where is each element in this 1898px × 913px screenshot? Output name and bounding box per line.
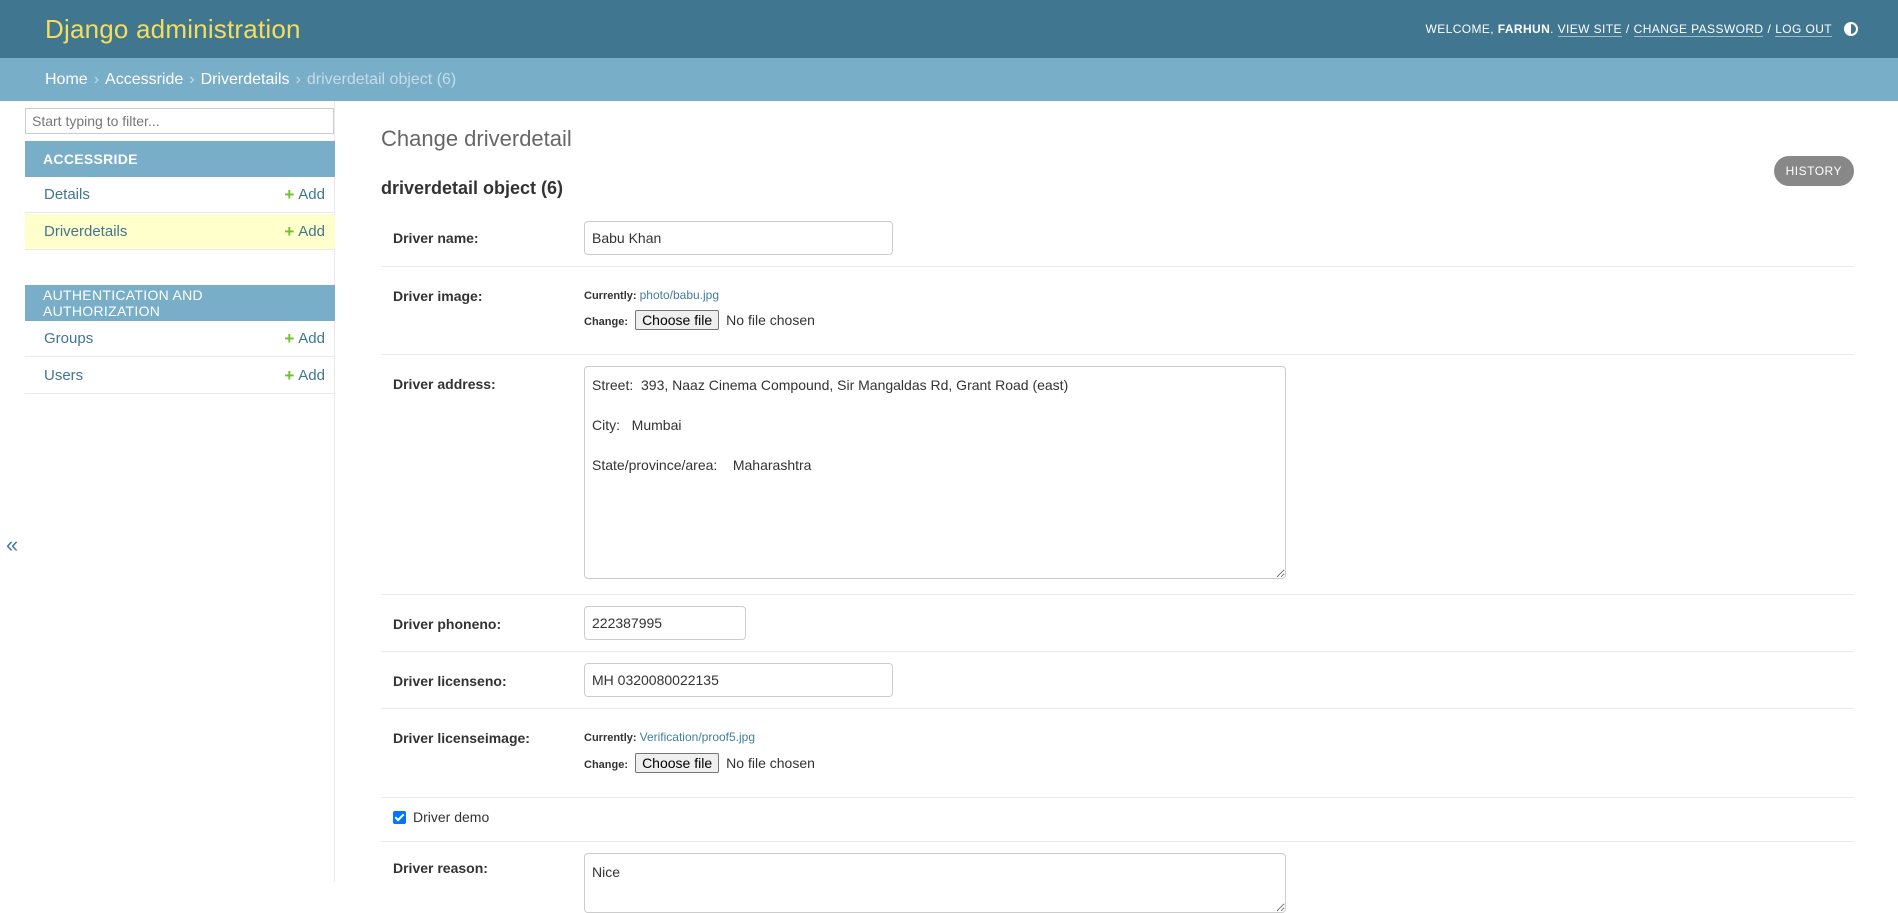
driver-image-change: Change: Choose file No file chosen bbox=[584, 310, 815, 330]
welcome-text: Welcome, bbox=[1425, 22, 1495, 36]
model-link-groups[interactable]: Groups bbox=[44, 330, 93, 347]
driver-address-label: Driver address: bbox=[393, 376, 496, 392]
form-row-driver-licenseno: Driver licenseno: bbox=[381, 652, 1854, 709]
driver-reason-textarea[interactable]: Nice bbox=[584, 853, 1286, 913]
driver-image-no-file-text: No file chosen bbox=[726, 312, 815, 328]
driver-address-textarea[interactable]: Street: 393, Naaz Cinema Compound, Sir M… bbox=[584, 366, 1286, 579]
view-site-link[interactable]: View site bbox=[1557, 22, 1622, 37]
history-button[interactable]: History bbox=[1773, 156, 1854, 186]
model-link-details[interactable]: Details bbox=[44, 186, 90, 203]
plus-icon: + bbox=[284, 222, 295, 241]
page-title: Change driverdetail bbox=[381, 126, 572, 151]
main-content: Change driverdetail History driverdetail… bbox=[381, 101, 1854, 913]
plus-icon: + bbox=[284, 366, 295, 385]
form-row-driver-licenseimage: Driver licenseimage: Currently: Verifica… bbox=[381, 709, 1854, 798]
form-row-driver-name: Driver name: bbox=[381, 214, 1854, 267]
header: Django administration Welcome, Farhun. V… bbox=[0, 0, 1898, 58]
sidebar-item-users: Users + Add bbox=[25, 358, 335, 394]
breadcrumb-current: driverdetail object (6) bbox=[306, 70, 457, 88]
model-link-driverdetails[interactable]: Driverdetails bbox=[44, 223, 127, 240]
module-caption-accessride[interactable]: ACCESSRIDE bbox=[25, 141, 335, 177]
driver-demo-label[interactable]: Driver demo bbox=[413, 809, 489, 825]
change-password-link[interactable]: Change password bbox=[1633, 22, 1764, 37]
driver-phoneno-input[interactable] bbox=[584, 606, 746, 640]
driver-licenseno-label: Driver licenseno: bbox=[393, 673, 507, 689]
driver-image-choose-file-button[interactable]: Choose file bbox=[635, 310, 720, 330]
model-link-users[interactable]: Users bbox=[44, 367, 83, 384]
plus-icon: + bbox=[284, 329, 295, 348]
sidebar-item-driverdetails: Driverdetails + Add bbox=[25, 214, 335, 250]
driver-licenseno-input[interactable] bbox=[584, 663, 893, 697]
form-row-driver-image: Driver image: Currently: photo/babu.jpg … bbox=[381, 267, 1854, 355]
nav-filter-input[interactable] bbox=[25, 108, 334, 134]
nav-sidebar: ACCESSRIDE Details +Add Driverdetails +A… bbox=[25, 101, 335, 882]
form-row-driver-phoneno: Driver phoneno: bbox=[381, 595, 1854, 652]
driver-reason-label: Driver reason: bbox=[393, 860, 488, 876]
toggle-nav-sidebar-icon[interactable]: « bbox=[6, 532, 18, 558]
driver-licenseimage-label: Driver licenseimage: bbox=[393, 730, 530, 746]
driver-licenseimage-choose-file-button[interactable]: Choose file bbox=[635, 753, 720, 773]
breadcrumb-model[interactable]: Driverdetails bbox=[201, 71, 290, 89]
add-users-button[interactable]: + Add bbox=[284, 367, 325, 384]
site-branding[interactable]: Django administration bbox=[45, 14, 301, 45]
sidebar-item-groups: Groups + Add bbox=[25, 321, 335, 357]
driver-image-file-link[interactable]: photo/babu.jpg bbox=[640, 288, 719, 302]
driver-name-label: Driver name: bbox=[393, 230, 479, 246]
module-caption-auth[interactable]: AUTHENTICATION AND AUTHORIZATION bbox=[25, 285, 335, 321]
form-row-driver-demo: Driver demo bbox=[381, 798, 1854, 842]
add-driverdetails-button[interactable]: + Add bbox=[284, 223, 325, 240]
plus-icon: + bbox=[284, 185, 295, 204]
log-out-link[interactable]: Log out bbox=[1775, 22, 1832, 37]
breadcrumb: Home › Accessride › Driverdetails › driv… bbox=[0, 58, 1898, 101]
add-details-button[interactable]: + Add bbox=[284, 186, 325, 203]
driver-demo-checkbox[interactable] bbox=[393, 810, 406, 824]
driver-licenseimage-no-file-text: No file chosen bbox=[726, 755, 815, 771]
driver-licenseimage-change: Change: Choose file No file chosen bbox=[584, 753, 815, 773]
username: Farhun bbox=[1497, 22, 1551, 36]
driver-name-input[interactable] bbox=[584, 221, 893, 255]
breadcrumb-home[interactable]: Home bbox=[45, 71, 88, 89]
driver-demo-checkbox-wrap: Driver demo bbox=[393, 809, 489, 825]
driver-phoneno-label: Driver phoneno: bbox=[393, 616, 502, 632]
driver-licenseimage-currently: Currently: Verification/proof5.jpg bbox=[584, 730, 756, 744]
form-row-driver-address: Driver address: Street: 393, Naaz Cinema… bbox=[381, 355, 1854, 595]
driver-image-label: Driver image: bbox=[393, 288, 483, 304]
breadcrumb-app[interactable]: Accessride bbox=[105, 71, 183, 89]
add-groups-button[interactable]: + Add bbox=[284, 330, 325, 347]
theme-toggle-icon[interactable] bbox=[1844, 22, 1858, 36]
object-title: driverdetail object (6) bbox=[381, 178, 564, 198]
form-row-driver-reason: Driver reason: Nice bbox=[381, 842, 1854, 913]
sidebar-item-details: Details + Add bbox=[25, 177, 335, 213]
driver-image-currently: Currently: photo/babu.jpg bbox=[584, 288, 720, 302]
user-tools: Welcome, Farhun. View site / Change pass… bbox=[1425, 22, 1858, 37]
driver-licenseimage-file-link[interactable]: Verification/proof5.jpg bbox=[640, 730, 755, 744]
